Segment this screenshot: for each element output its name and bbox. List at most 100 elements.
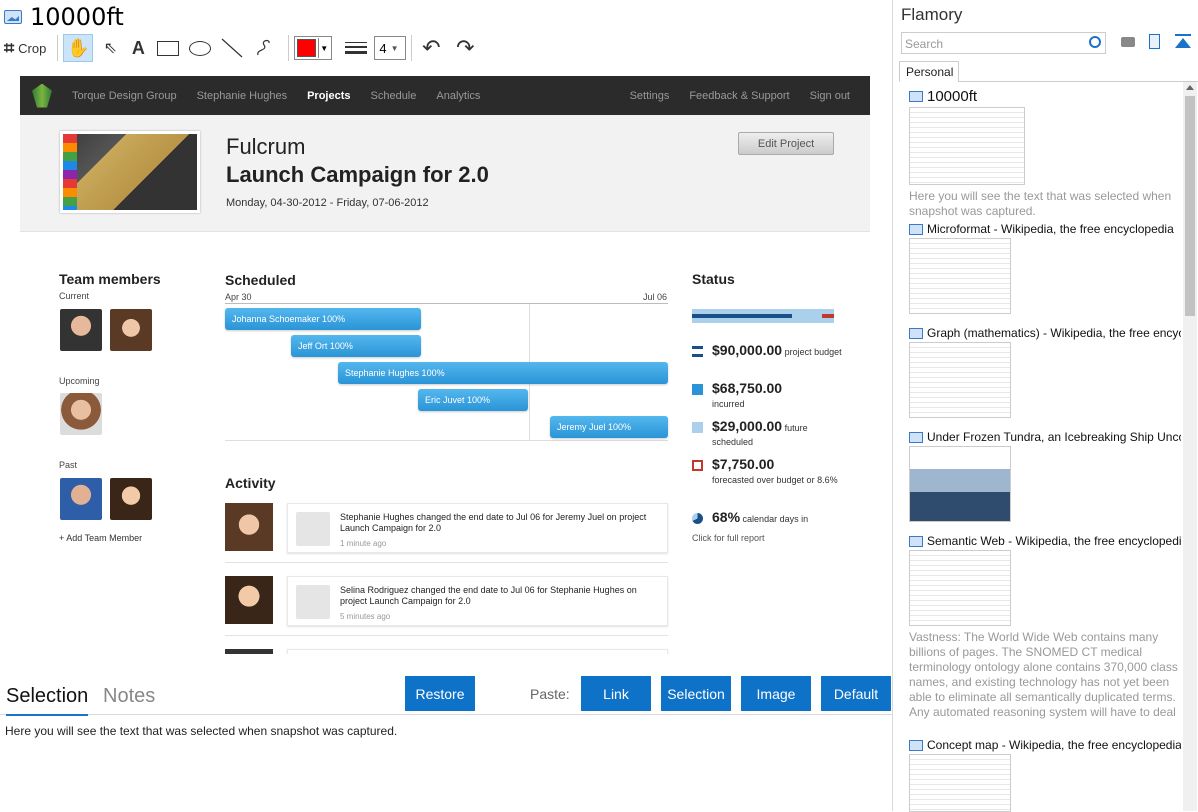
separator [411,35,413,61]
selection-text[interactable]: Here you will see the text that was sele… [5,724,397,738]
entry-thumbnail [909,238,1011,314]
status-calendar: 68% calendar days in [692,510,842,526]
future-icon [692,422,703,433]
snapshot-image: Torque Design Group Stephanie Hughes Pro… [20,76,870,654]
search-input[interactable]: Search [901,32,1106,54]
status-label: forecasted over budget or 8.6% [712,475,838,485]
project-dates: Monday, 04-30-2012 - Friday, 07-06-2012 [226,197,429,209]
snapshot-icon [4,10,22,24]
activity-card: Stephanie Hughes changed the end date to… [287,503,668,553]
avatar [60,478,102,520]
collapse-icon[interactable] [1175,34,1191,50]
schedule-bar: Eric Juvet 100% [418,389,528,411]
tab-personal[interactable]: Personal [899,61,959,82]
paste-default-button[interactable]: Default [821,676,891,711]
activity-time: 1 minute ago [340,539,387,548]
rectangle-tool-button[interactable] [155,34,181,62]
nav-item: Settings [629,89,670,102]
incurred-icon [692,384,703,395]
nav-item: Stephanie Hughes [196,89,288,102]
project-client: Fulcrum [226,134,306,159]
line-width-icon [344,34,368,62]
scrollbar-thumb[interactable] [1185,96,1195,316]
crop-button[interactable]: ⌗ Crop [4,34,46,62]
snapshot-icon [909,91,923,102]
chevron-down-icon: ▼ [318,38,329,58]
status-budget: $90,000.00 project budget [692,343,842,359]
undo-icon: ↶ [422,35,441,60]
entry-thumbnail [909,550,1011,626]
crop-label: Crop [18,40,47,56]
avatar [60,309,102,351]
team-past-label: Past [59,460,78,470]
main-pane: 10000ft ⌗ Crop ✋ ⇖ A ▼ 4 ▼ ↶ ↷ Torque De… [0,0,893,811]
list-item[interactable]: 10000ft Here you will see the text that … [909,88,1181,219]
full-report-link: Click for full report [692,533,765,543]
paste-link-button[interactable]: Link [581,676,651,711]
entry-thumbnail [909,446,1011,522]
text-tool-button[interactable]: A [127,34,149,62]
line-icon [221,38,243,58]
color-swatch [297,39,317,57]
line-tool-button[interactable] [219,34,245,62]
list-item[interactable]: Under Frozen Tundra, an Icebreaking Ship… [909,430,1181,522]
snapshot-icon [909,739,923,751]
activity-item: Stephanie Hughes changed the end date to… [225,503,668,563]
search-icon[interactable] [1089,36,1101,48]
cursor-icon: ⇖ [103,40,118,57]
project-thumbnail [60,131,200,213]
schedule-end: Jul 06 [643,292,668,302]
sidebar: Flamory Search Personal 10000ft Here you… [894,0,1198,812]
color-picker[interactable]: ▼ [294,36,333,60]
separator [57,35,59,61]
hand-icon: ✋ [67,37,90,58]
select-tool-button[interactable]: ⇖ [99,34,121,62]
nav-item: Schedule [370,89,417,102]
restore-button[interactable]: Restore [405,676,475,711]
status-amount: $68,750.00 [712,380,783,396]
scrollbar[interactable] [1183,82,1197,811]
team-heading: Team members [59,271,161,287]
freehand-tool-button[interactable] [251,34,277,62]
activity-card: Selina Rodriguez changed the end date to… [287,576,668,626]
hand-tool-button[interactable]: ✋ [63,34,94,62]
redo-icon: ↷ [456,35,475,60]
tab-notes[interactable]: Notes [103,685,155,708]
list-item[interactable]: Microformat - Wikipedia, the free encycl… [909,222,1181,314]
chevron-up-icon[interactable] [1186,85,1194,90]
entry-title: 10000ft [927,88,978,105]
schedule-axis [225,303,668,304]
snapshot-icon [909,431,923,443]
entry-title: Microformat - Wikipedia, the free encycl… [927,222,1174,236]
entry-description: Vastness: The World Wide Web contains ma… [909,630,1178,719]
page-icon[interactable] [1149,34,1165,50]
team-upcoming-label: Upcoming [59,376,100,386]
list-item[interactable]: Concept map - Wikipedia, the free encycl… [909,738,1181,812]
entry-title: Graph (mathematics) - Wikipedia, the fre… [927,326,1181,340]
status-heading: Status [692,271,735,287]
redo-button[interactable]: ↷ [451,34,479,62]
paste-image-button[interactable]: Image [741,676,811,711]
tab-selection[interactable]: Selection [6,685,89,716]
budget-incurred-fill [692,314,792,318]
camera-icon[interactable] [1121,34,1137,50]
activity-message: Stephanie Hughes changed the end date to… [340,512,647,533]
undo-button[interactable]: ↶ [417,34,445,62]
ellipse-tool-button[interactable] [187,34,213,62]
add-team-member-link: + Add Team Member [59,533,143,543]
paste-selection-button[interactable]: Selection [661,676,731,711]
freehand-icon [257,39,270,56]
schedule-bar: Jeremy Juel 100% [550,416,668,438]
entry-title: Concept map - Wikipedia, the free encycl… [927,738,1181,752]
status-label: calendar days in [742,514,809,524]
status-amount: $29,000.00 [712,418,783,434]
chevron-down-icon: ▼ [390,43,399,53]
list-item[interactable]: Semantic Web - Wikipedia, the free encyc… [909,534,1181,720]
status-label: incurred [712,399,745,409]
status-future: $29,000.00 future scheduled [692,419,842,449]
line-width-select[interactable]: 4 ▼ [374,36,407,60]
avatar [225,503,273,551]
list-item[interactable]: Graph (mathematics) - Wikipedia, the fre… [909,326,1181,418]
activity-item: Selina Rodriguez changed the end date to… [225,576,668,636]
status-label: project budget [784,347,842,357]
